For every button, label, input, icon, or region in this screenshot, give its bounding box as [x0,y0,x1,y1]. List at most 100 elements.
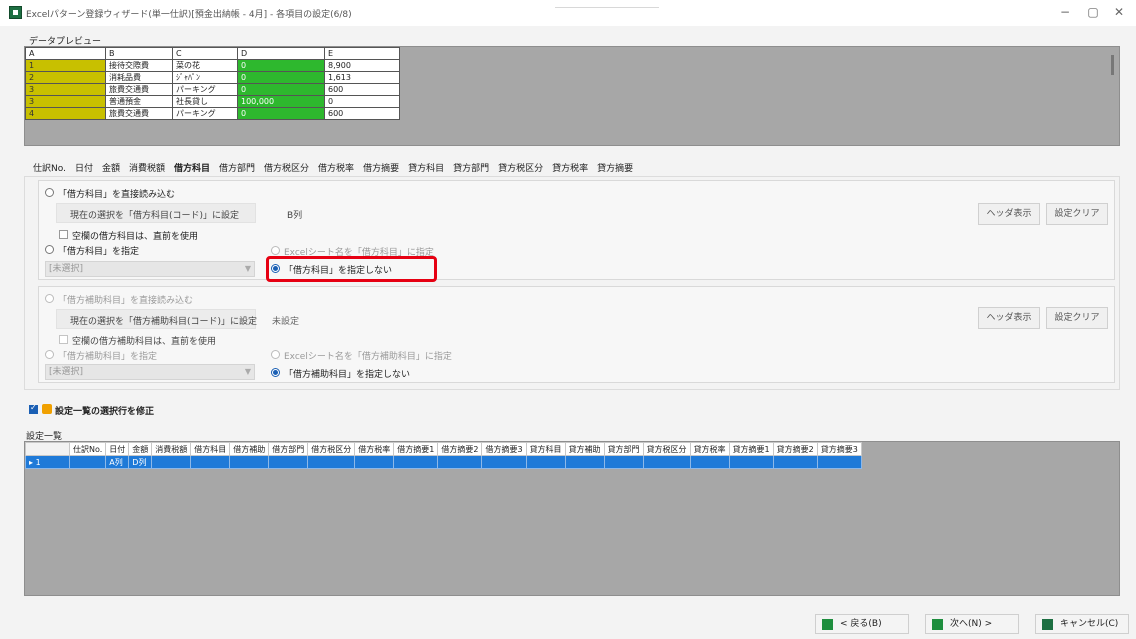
sub-not-specify-radio[interactable] [271,368,280,377]
table-cell[interactable] [816,455,862,469]
blank-use-previous-checkbox[interactable] [59,230,68,239]
tab-journal-no[interactable]: 仕訳No. [33,161,66,175]
preview-cell: 2 [25,71,106,84]
table-cell[interactable] [728,455,774,469]
table-row[interactable]: ▸ 1 A列 D列 [25,455,862,469]
maximize-button[interactable]: ▢ [1082,4,1104,20]
preview-cell: 0 [237,83,325,96]
sub-combo-value: [未選択] [49,367,84,377]
table-cell[interactable] [393,455,439,469]
preview-col-header: E [324,47,400,60]
sub-account-combo[interactable]: [未選択] ▼ [45,364,255,380]
table-cell[interactable]: D列 [128,455,153,469]
preview-scrollbar-thumb[interactable] [1111,55,1114,75]
tab-credit-memo[interactable]: 貸方摘要 [597,161,633,175]
sub-sheet-name-radio[interactable] [271,350,280,359]
preview-cell: 旅費交通費 [105,107,173,120]
clear-settings-button[interactable]: 設定クリア [1046,203,1108,225]
settings-table: 仕訳No. 日付 金額 消費税額 借方科目 借方補助 借方部門 借方税区分 借方… [25,442,862,469]
data-preview[interactable]: A B C D E 1 接待交際費 菜の花 0 8,900 2 消耗品費 ｼﾞｬ… [24,46,1120,146]
modify-selected-row-checkbox[interactable] [29,403,38,414]
table-cell[interactable] [603,455,644,469]
preview-cell: 0 [237,59,325,72]
preview-row: 4 旅費交通費 パーキング 0 600 [25,107,400,120]
tab-debit-account[interactable]: 借方科目 [174,161,210,175]
sheet-name-radio[interactable] [271,246,280,255]
settings-col-header: 貸方摘要2 [772,442,818,456]
sub-specify-label: 「借方補助科目」を指定 [58,352,158,362]
tab-credit-department[interactable]: 貸方部門 [453,161,489,175]
table-cell[interactable] [268,455,309,469]
close-button[interactable]: ✕ [1108,4,1130,20]
sub-specify-radio[interactable] [45,350,54,359]
table-cell[interactable] [354,455,395,469]
preview-row: 2 消耗品費 ｼﾞｬﾊﾟﾝ 0 1,613 [25,71,400,84]
table-cell[interactable] [190,455,231,469]
specify-label: 「借方科目」を指定 [58,247,140,257]
settings-list-grid[interactable]: 仕訳No. 日付 金額 消費税額 借方科目 借方補助 借方部門 借方税区分 借方… [24,441,1120,596]
table-cell[interactable] [307,455,356,469]
preview-cell: 0 [237,71,325,84]
tab-debit-tax-class[interactable]: 借方税区分 [264,161,309,175]
tab-consumption-tax[interactable]: 消費税額 [129,161,165,175]
table-cell[interactable]: A列 [105,455,130,469]
next-button[interactable]: 次へ(N) > [925,614,1019,634]
table-cell[interactable] [642,455,691,469]
settings-col-header: 金額 [128,442,153,456]
preview-header-row: A B C D E [25,47,400,60]
combo-value: [未選択] [49,264,84,274]
preview-cell: 100,000 [237,95,325,108]
minimize-button[interactable]: − [1054,4,1076,20]
tab-debit-memo[interactable]: 借方摘要 [363,161,399,175]
back-button[interactable]: < 戻る(B) [815,614,909,634]
account-combo[interactable]: [未選択] ▼ [45,261,255,277]
tab-credit-account[interactable]: 貸方科目 [408,161,444,175]
preview-cell: 菜の花 [172,59,238,72]
preview-cell: 普通預金 [105,95,173,108]
settings-col-header: 借方補助 [229,442,270,456]
preview-cell: 旅費交通費 [105,83,173,96]
excel-cancel-icon [1042,619,1053,630]
tab-amount[interactable]: 金額 [102,161,120,175]
next-button-label: 次へ(N) > [950,619,993,629]
tab-debit-tax-rate[interactable]: 借方税率 [318,161,354,175]
specify-radio[interactable] [45,245,54,254]
sub-direct-read-radio[interactable] [45,294,54,303]
preview-cell: 3 [25,95,106,108]
settings-col-header: 貸方摘要1 [728,442,774,456]
direct-read-radio[interactable] [45,188,54,197]
table-cell[interactable] [68,455,107,469]
sub-blank-use-previous-checkbox[interactable] [59,335,68,344]
table-cell[interactable] [689,455,730,469]
tab-debit-department[interactable]: 借方部門 [219,161,255,175]
table-cell[interactable] [229,455,270,469]
tab-credit-tax-class[interactable]: 貸方税区分 [498,161,543,175]
table-cell[interactable] [151,455,192,469]
blank-use-previous-label: 空欄の借方科目は、直前を使用 [72,232,199,242]
sub-header-display-button[interactable]: ヘッダ表示 [978,307,1040,329]
settings-col-header: 借方税区分 [307,442,356,456]
direct-read-label: 「借方科目」を直接読み込む [58,190,176,200]
back-button-label: < 戻る(B) [840,619,882,629]
debit-sub-account-section: 「借方補助科目」を直接読み込む 現在の選択を「借方補助科目(コード)」に設定 未… [38,286,1115,383]
settings-col-header: 借方摘要3 [481,442,527,456]
preview-table: A B C D E 1 接待交際費 菜の花 0 8,900 2 消耗品費 ｼﾞｬ… [25,47,400,120]
preview-row: 3 普通預金 社長貸し 100,000 0 [25,95,400,108]
preview-cell: 接待交際費 [105,59,173,72]
modify-selected-row-label: 設定一覧の選択行を修正 [55,407,155,417]
table-cell[interactable] [481,455,527,469]
header-display-button[interactable]: ヘッダ表示 [978,203,1040,225]
table-cell[interactable] [772,455,818,469]
current-selection-label: 現在の選択を「借方科目(コード)」に設定 [70,211,240,221]
tab-date[interactable]: 日付 [75,161,93,175]
preview-cell: 600 [324,107,400,120]
table-cell[interactable] [437,455,483,469]
tab-credit-tax-rate[interactable]: 貸方税率 [552,161,588,175]
preview-cell: 3 [25,83,106,96]
cancel-button[interactable]: キャンセル(C) [1035,614,1129,634]
next-arrow-icon [932,619,943,630]
row-header-corner [25,442,70,456]
table-cell[interactable] [564,455,605,469]
table-cell[interactable] [525,455,566,469]
sub-clear-settings-button[interactable]: 設定クリア [1046,307,1108,329]
